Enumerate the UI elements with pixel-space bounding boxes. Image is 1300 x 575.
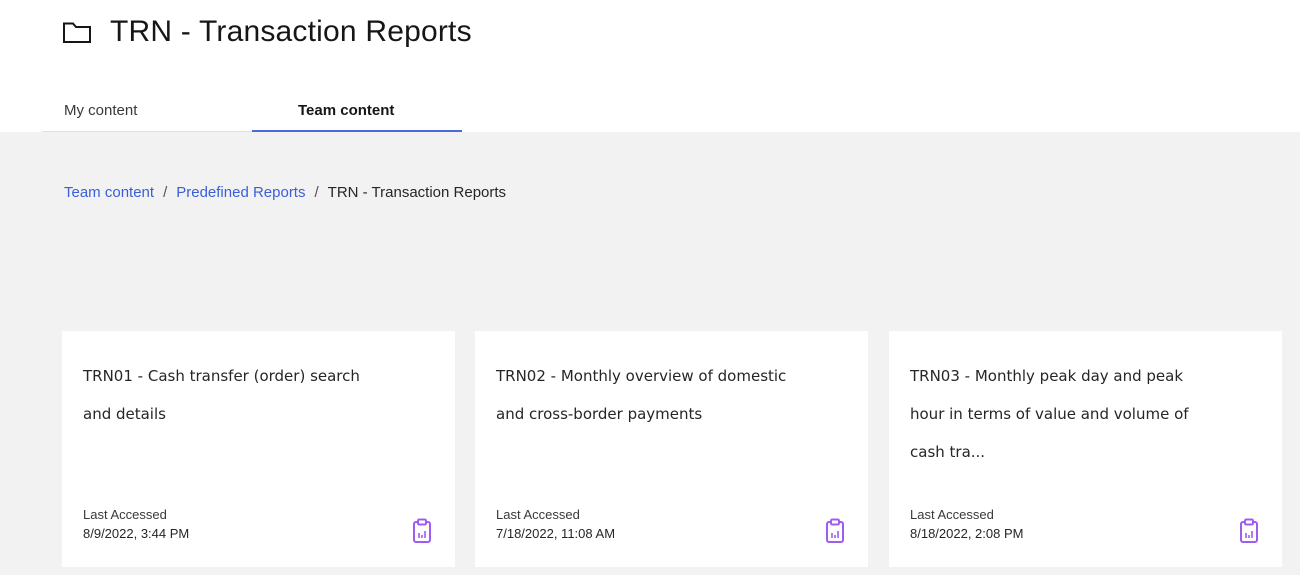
last-accessed-label: Last Accessed (83, 507, 167, 522)
breadcrumb-separator: / (163, 184, 168, 201)
last-accessed-date: 8/18/2022, 2:08 PM (910, 526, 1024, 541)
content-area: Team content / Predefined Reports / TRN … (0, 132, 1300, 575)
breadcrumb: Team content / Predefined Reports / TRN … (64, 184, 506, 201)
report-icon[interactable] (412, 518, 432, 544)
report-card-trn01[interactable]: TRN01 - Cash transfer (order) search and… (62, 331, 455, 567)
tab-my-content[interactable]: My content (42, 90, 252, 132)
last-accessed-label: Last Accessed (496, 507, 580, 522)
report-card-trn03[interactable]: TRN03 - Monthly peak day and peak hour i… (889, 331, 1282, 567)
breadcrumb-team-content[interactable]: Team content (64, 184, 154, 201)
breadcrumb-separator: / (314, 184, 319, 201)
report-icon[interactable] (1239, 518, 1259, 544)
page-header: TRN - Transaction Reports (62, 12, 472, 52)
folder-icon (62, 18, 96, 46)
report-card-title: TRN01 - Cash transfer (order) search and… (83, 367, 360, 423)
last-accessed-date: 8/9/2022, 3:44 PM (83, 526, 190, 541)
report-card-trn02[interactable]: TRN02 - Monthly overview of domestic and… (475, 331, 868, 567)
report-card-title: TRN03 - Monthly peak day and peak hour i… (910, 367, 1189, 461)
breadcrumb-current: TRN - Transaction Reports (327, 184, 507, 201)
report-icon[interactable] (825, 518, 845, 544)
breadcrumb-predefined-reports[interactable]: Predefined Reports (176, 184, 305, 201)
last-accessed-label: Last Accessed (910, 507, 994, 522)
last-accessed-date: 7/18/2022, 11:08 AM (496, 526, 616, 541)
page-title: TRN - Transaction Reports (110, 15, 472, 48)
tab-team-content[interactable]: Team content (252, 90, 462, 132)
report-card-title: TRN02 - Monthly overview of domestic and… (496, 367, 787, 423)
content-tabs: My content Team content (42, 90, 462, 132)
